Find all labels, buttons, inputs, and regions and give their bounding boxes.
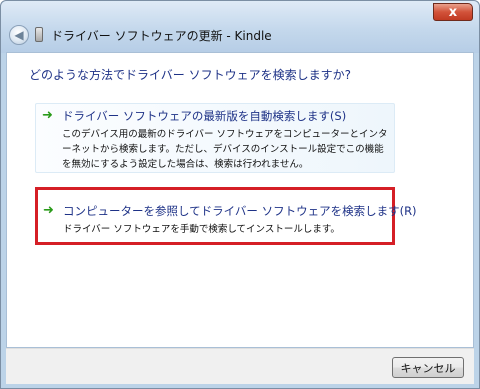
cancel-button[interactable]: キャンセル: [392, 357, 464, 378]
browse-computer-description: ドライバー ソフトウェアを手動で検索してインストールします。: [63, 224, 340, 235]
dialog-window: x ◀ ドライバー ソフトウェアの更新 - Kindle どのような方法でドライ…: [0, 0, 480, 389]
browse-computer-title[interactable]: コンピューターを参照してドライバー ソフトウェアを検索します(R): [63, 203, 417, 219]
close-button[interactable]: x: [433, 3, 473, 21]
back-button[interactable]: ◀: [9, 25, 29, 45]
auto-search-option[interactable]: ➜ ドライバー ソフトウェアの最新版を自動検索します(S) このデバイス用の最新…: [35, 103, 395, 173]
auto-search-description: このデバイス用の最新のドライバー ソフトウェアをコンピューターとインターネットか…: [62, 129, 388, 170]
green-arrow-icon: ➜: [43, 203, 54, 218]
usb-device-icon: [35, 27, 43, 42]
auto-search-title[interactable]: ドライバー ソフトウェアの最新版を自動検索します(S): [62, 108, 346, 124]
window-title: ドライバー ソフトウェアの更新 - Kindle: [51, 29, 272, 43]
back-arrow-icon: ◀: [14, 27, 24, 42]
green-arrow-icon: ➜: [42, 108, 53, 123]
page-question: どのような方法でドライバー ソフトウェアを検索しますか?: [29, 68, 351, 82]
close-icon: x: [448, 4, 458, 20]
browse-computer-option[interactable]: ➜ コンピューターを参照してドライバー ソフトウェアを検索します(R) ドライバ…: [35, 187, 417, 245]
